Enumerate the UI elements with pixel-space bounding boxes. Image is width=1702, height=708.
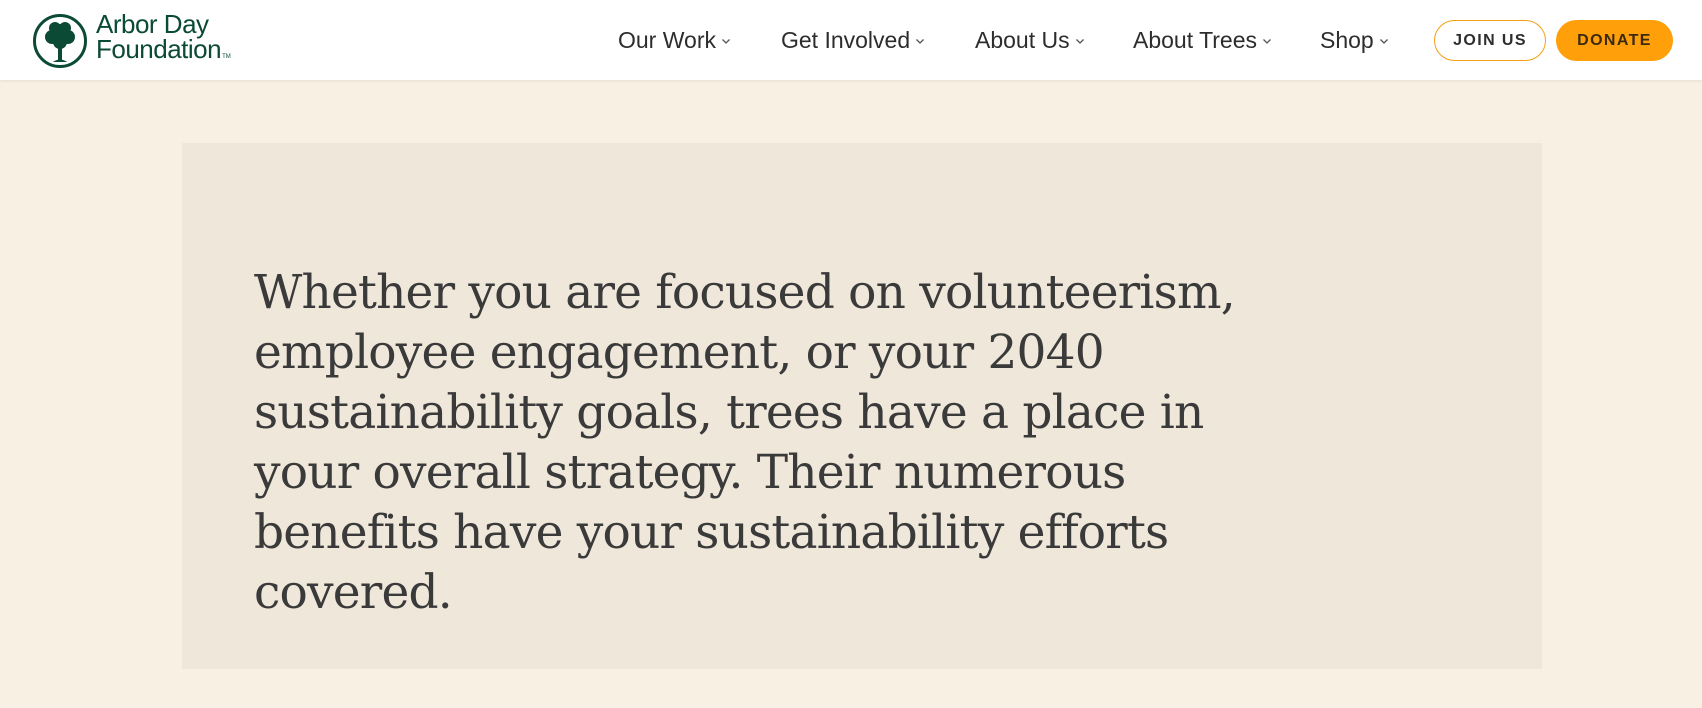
sustainability-quote: Whether you are focused on volunteerism,… (254, 265, 1236, 620)
chevron-down-icon (722, 38, 730, 44)
trademark-mark: TM (222, 54, 231, 60)
chevron-down-icon (1379, 38, 1388, 44)
chevron-down-icon (916, 38, 925, 44)
chevron-down-icon (1075, 38, 1084, 44)
nav-get-involved[interactable]: Get Involved (781, 24, 925, 56)
nav-about-trees[interactable]: About Trees (1133, 24, 1272, 56)
nav-shop-label: Shop (1320, 26, 1374, 53)
nav-get-involved-label: Get Involved (781, 26, 911, 53)
nav-shop[interactable]: Shop (1320, 24, 1389, 56)
arbor-day-logo[interactable]: Arbor Day FoundationTM (32, 11, 231, 70)
brand-name: Arbor Day FoundationTM (96, 11, 231, 70)
chevron-down-icon (1263, 38, 1271, 44)
nav-our-work[interactable]: Our Work (618, 24, 731, 56)
quote-card: Whether you are focused on volunteerism,… (182, 143, 1542, 669)
site-header: Arbor Day FoundationTM Our Work Get Invo… (0, 0, 1702, 80)
nav-about-us-label: About Us (975, 26, 1070, 53)
tree-logo-icon (33, 14, 87, 68)
nav-about-us[interactable]: About Us (975, 24, 1085, 56)
join-us-button[interactable]: JOIN US (1434, 20, 1546, 61)
brand-line-2-text: Foundation (96, 34, 222, 64)
nav-our-work-label: Our Work (618, 26, 716, 53)
brand-line-2: FoundationTM (96, 34, 231, 70)
donate-button[interactable]: DONATE (1556, 20, 1673, 61)
nav-about-trees-label: About Trees (1133, 26, 1258, 53)
